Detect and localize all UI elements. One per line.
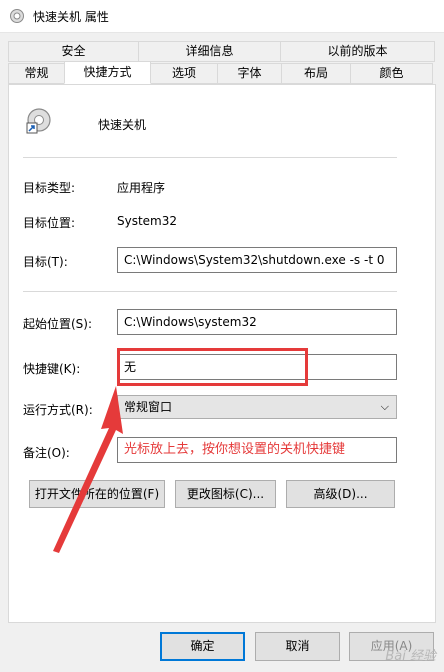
tab-colors[interactable]: 颜色 — [350, 63, 433, 84]
shortcut-panel: 快速关机 目标类型: 应用程序 目标位置: System32 目标(T): C:… — [8, 84, 436, 623]
watermark: Bai 经验 — [385, 649, 436, 664]
title-bar: 快速关机 属性 — [0, 0, 444, 33]
change-icon-button[interactable]: 更改图标(C)... — [175, 480, 276, 508]
comment-field[interactable]: 光标放上去，按你想设置的关机快捷键 — [117, 437, 397, 463]
tab-options[interactable]: 选项 — [150, 63, 218, 84]
run-label: 运行方式(R): — [23, 403, 93, 417]
shortcut-file-icon — [26, 108, 51, 134]
tab-layout[interactable]: 布局 — [281, 63, 351, 84]
hotkey-field[interactable]: 无 — [117, 354, 397, 380]
shortcut-name: 快速关机 — [98, 118, 147, 132]
target-location-value: System32 — [117, 214, 178, 228]
tabs-top-row: 安全 详细信息 以前的版本 — [8, 41, 435, 62]
tab-shortcut[interactable]: 快捷方式 — [64, 61, 151, 84]
start-in-label: 起始位置(S): — [23, 317, 93, 331]
shortcut-app-icon — [10, 9, 24, 23]
run-select-value: 常规窗口 — [124, 400, 173, 414]
hotkey-label: 快捷键(K): — [23, 362, 81, 376]
target-field[interactable]: C:\Windows\System32\shutdown.exe -s -t 0 — [117, 247, 397, 273]
tab-previous-versions[interactable]: 以前的版本 — [280, 41, 435, 62]
target-type-value: 应用程序 — [117, 181, 166, 195]
tabs-bottom-row: 常规 快捷方式 选项 字体 布局 颜色 — [8, 61, 433, 84]
ok-button[interactable]: 确定 — [160, 632, 245, 661]
tab-security[interactable]: 安全 — [8, 41, 139, 62]
target-label: 目标(T): — [23, 255, 68, 269]
tab-general[interactable]: 常规 — [8, 63, 65, 84]
tab-font[interactable]: 字体 — [217, 63, 282, 84]
comment-label: 备注(O): — [23, 446, 70, 460]
cancel-button[interactable]: 取消 — [255, 632, 340, 661]
run-select[interactable]: 常规窗口 ⌵ — [117, 395, 397, 419]
target-location-label: 目标位置: — [23, 216, 76, 230]
separator — [23, 157, 397, 158]
start-in-field[interactable]: C:\Windows\system32 — [117, 309, 397, 335]
advanced-button[interactable]: 高级(D)... — [286, 480, 395, 508]
window-title: 快速关机 属性 — [33, 10, 109, 24]
tab-details[interactable]: 详细信息 — [138, 41, 281, 62]
open-file-location-button[interactable]: 打开文件所在的位置(F) — [29, 480, 165, 508]
target-type-label: 目标类型: — [23, 181, 76, 195]
separator — [23, 291, 397, 292]
chevron-down-icon: ⌵ — [380, 400, 389, 413]
